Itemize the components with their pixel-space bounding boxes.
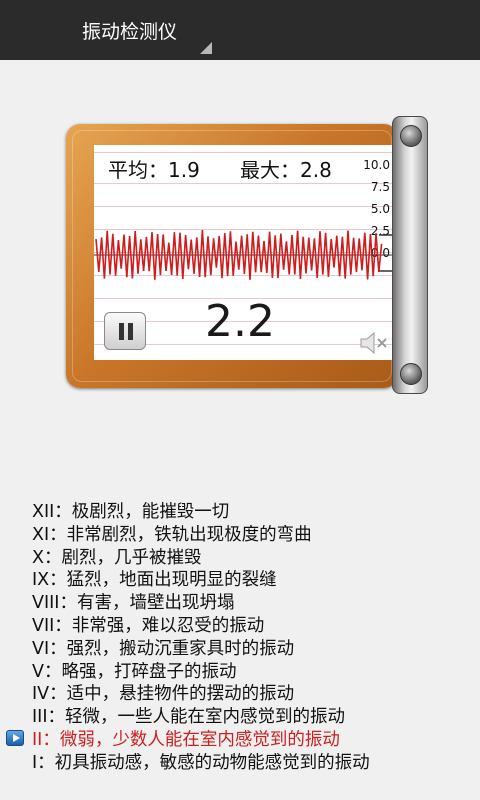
intensity-level-item: X：剧烈，几乎被摧毁 (32, 547, 202, 568)
pause-button[interactable] (104, 312, 146, 350)
current-level-pointer-icon (6, 730, 24, 746)
speaker-muted-icon[interactable] (358, 330, 390, 356)
intensity-level-item: VI：强烈，搬动沉重家具时的振动 (32, 638, 295, 659)
screw-icon (400, 125, 422, 147)
intensity-level-item: XI：非常剧烈，铁轨出现极度的弯曲 (32, 524, 312, 545)
intensity-level-item: VII：非常强，难以忍受的振动 (32, 616, 265, 636)
pause-icon (128, 323, 133, 340)
intensity-level-item: IV：适中，悬挂物件的摆动的振动 (32, 684, 295, 705)
intensity-level-item: II：微弱，少数人能在室内感觉到的振动 (32, 730, 340, 750)
intensity-level-item: V：略强，打碎盘子的振动 (32, 661, 237, 682)
intensity-level-item: IX：猛烈，地面出现明显的裂缝 (32, 570, 277, 591)
intensity-level-item: I：初具振动感，敏感的动物能感觉到的振动 (32, 752, 370, 773)
app-title: 振动检测仪 (82, 21, 178, 43)
overflow-menu-indicator[interactable] (200, 42, 212, 54)
current-vibration-value: 2.2 (205, 296, 275, 347)
intensity-level-item: III：轻微，一些人能在室内感觉到的振动 (32, 707, 345, 728)
meter-side-rail (392, 116, 428, 394)
intensity-level-item: VIII：有害，墙壁出现坍塌 (32, 593, 235, 614)
pause-icon (119, 323, 124, 340)
intensity-level-item: XII：极剧烈，能摧毁一切 (32, 502, 230, 522)
screw-icon (400, 363, 422, 385)
title-bar: 振动检测仪 (0, 0, 480, 60)
